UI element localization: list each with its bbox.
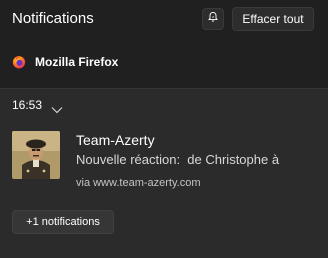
notification-header: Notifications z Effacer tout	[0, 0, 328, 40]
do-not-disturb-button[interactable]: z	[202, 8, 224, 30]
user-avatar	[12, 131, 60, 179]
more-notifications-button[interactable]: +1 notifications	[12, 210, 114, 234]
svg-text:z: z	[212, 15, 214, 19]
notification-title: Team-Azerty	[76, 132, 155, 148]
firefox-icon	[12, 55, 26, 69]
notification-center: Notifications z Effacer tout Mozilla Fir…	[0, 0, 328, 258]
notification-source: via www.team-azerty.com	[76, 177, 201, 189]
chevron-down-icon	[51, 101, 63, 114]
notification-card[interactable]: 16:53 Team-Azerty Nouvelle réaction: de …	[0, 88, 328, 258]
app-group-header: Mozilla Firefox	[0, 50, 328, 76]
clear-all-button[interactable]: Effacer tout	[232, 7, 314, 31]
notification-time: 16:53	[12, 98, 43, 112]
notification-body: Nouvelle réaction: de Christophe à	[76, 152, 280, 167]
app-name: Mozilla Firefox	[35, 55, 119, 69]
notifications-title: Notifications	[12, 10, 94, 27]
notification-time-toggle[interactable]: 16:53	[12, 97, 63, 114]
focus-bell-icon: z	[207, 10, 219, 28]
